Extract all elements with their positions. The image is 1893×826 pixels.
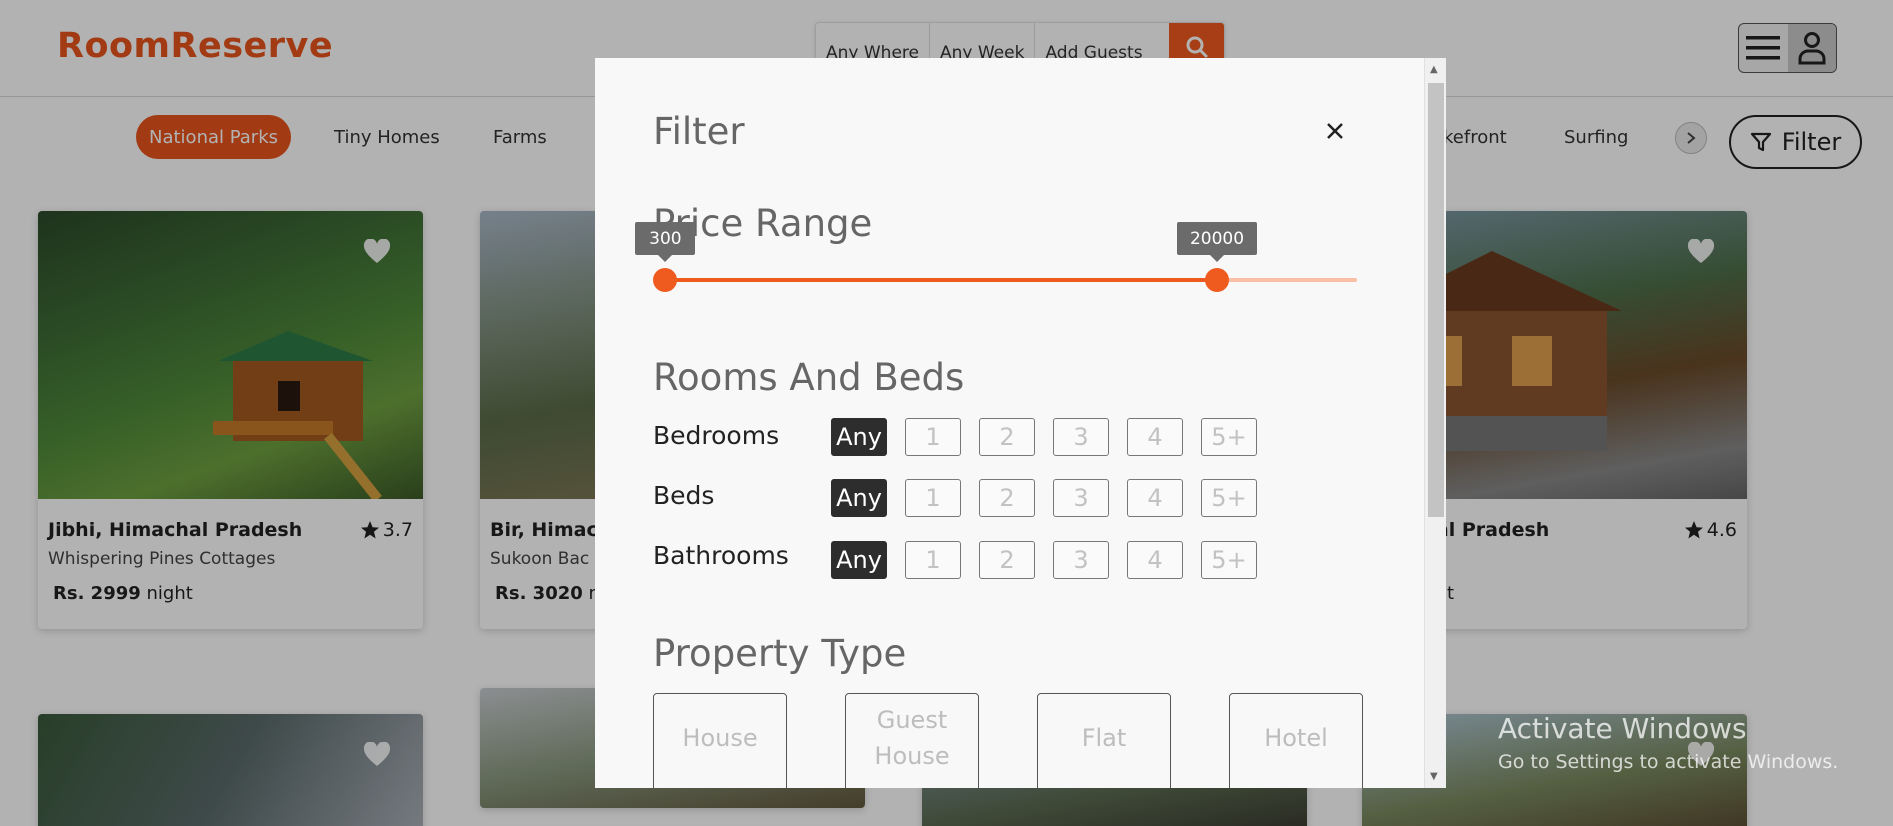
bedrooms-option-4[interactable]: 4: [1127, 418, 1183, 456]
bathrooms-label: Bathrooms: [653, 541, 789, 570]
price-min-handle[interactable]: [653, 268, 678, 292]
modal-scrollbar[interactable]: ▲ ▼: [1424, 58, 1446, 788]
scroll-down-icon[interactable]: ▼: [1430, 771, 1438, 782]
property-type-guest-house[interactable]: Guest House: [845, 693, 979, 788]
beds-option-3[interactable]: 3: [1053, 479, 1109, 517]
beds-option-4[interactable]: 4: [1127, 479, 1183, 517]
property-type-label: Flat: [1081, 724, 1127, 752]
bathrooms-option-2[interactable]: 2: [979, 541, 1035, 579]
property-type-label-line2: House: [874, 742, 950, 770]
bathrooms-option-3[interactable]: 3: [1053, 541, 1109, 579]
filter-modal: Filter Price Range 300 20000 Rooms And B…: [595, 58, 1446, 788]
property-type-house[interactable]: House: [653, 693, 787, 788]
watermark-line2: Go to Settings to activate Windows.: [1498, 751, 1839, 773]
modal-title: Filter: [653, 110, 745, 153]
price-max-tooltip: 20000: [1177, 222, 1257, 262]
bathrooms-option-5plus[interactable]: 5+: [1201, 541, 1257, 579]
property-type-label: House: [682, 724, 758, 752]
scroll-up-icon[interactable]: ▲: [1430, 64, 1438, 75]
beds-option-2[interactable]: 2: [979, 479, 1035, 517]
close-button[interactable]: [1320, 116, 1350, 146]
bedrooms-option-any[interactable]: Any: [831, 418, 887, 456]
property-type-flat[interactable]: Flat: [1037, 693, 1171, 788]
price-slider-track[interactable]: [657, 278, 1357, 282]
rooms-beds-title: Rooms And Beds: [653, 356, 965, 399]
beds-option-any[interactable]: Any: [831, 479, 887, 517]
price-min-tooltip: 300: [635, 222, 696, 262]
bedrooms-label: Bedrooms: [653, 421, 780, 450]
bathrooms-option-4[interactable]: 4: [1127, 541, 1183, 579]
beds-option-1[interactable]: 1: [905, 479, 961, 517]
property-type-label: Hotel: [1264, 724, 1328, 752]
bathrooms-option-any[interactable]: Any: [831, 541, 887, 579]
price-max-handle[interactable]: [1205, 268, 1229, 292]
property-type-title: Property Type: [653, 632, 907, 675]
property-type-hotel[interactable]: Hotel: [1229, 693, 1363, 788]
bedrooms-option-5plus[interactable]: 5+: [1201, 418, 1257, 456]
beds-option-5plus[interactable]: 5+: [1201, 479, 1257, 517]
windows-activation-watermark: Activate Windows Go to Settings to activ…: [1498, 712, 1838, 773]
close-icon: [1327, 123, 1343, 139]
property-type-label: Guest: [876, 706, 948, 734]
price-slider-fill: [665, 278, 1217, 282]
bedrooms-option-1[interactable]: 1: [905, 418, 961, 456]
watermark-line1: Activate Windows: [1498, 712, 1747, 745]
scrollbar-thumb[interactable]: [1428, 83, 1444, 517]
beds-label: Beds: [653, 481, 715, 510]
bedrooms-option-2[interactable]: 2: [979, 418, 1035, 456]
bedrooms-option-3[interactable]: 3: [1053, 418, 1109, 456]
bathrooms-option-1[interactable]: 1: [905, 541, 961, 579]
